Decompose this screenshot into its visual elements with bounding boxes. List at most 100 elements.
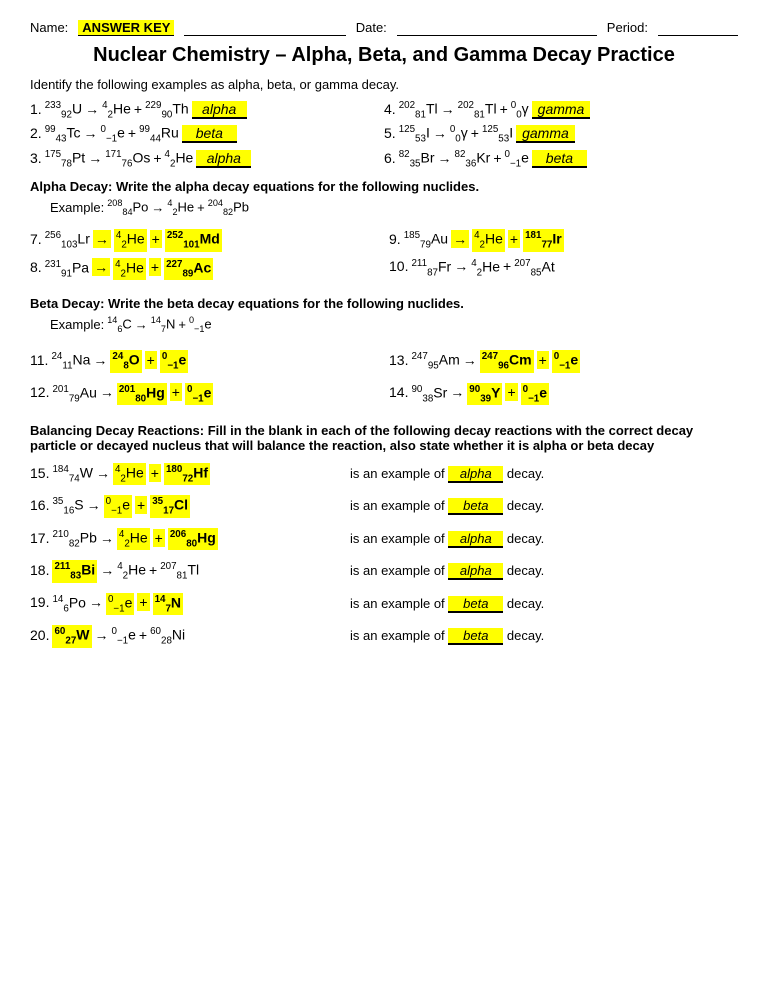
bal15-nuc2: 42He: [113, 463, 146, 485]
prob14-nuc3: 0−1e: [521, 383, 549, 405]
prob6-plus: +: [493, 150, 501, 166]
bal15-answer: alpha: [448, 466, 503, 483]
prob12-num: 12.: [30, 384, 49, 400]
prob4-nuc1: 20281Tl: [399, 100, 438, 120]
problem-row-1: 1. 23392U → 42He + 22990Th alpha 4. 2028…: [30, 100, 738, 120]
bal19-nuc2: 0−1e: [106, 593, 134, 615]
bal19-nuc1: 146Po: [52, 594, 85, 614]
bal18-arrow: →: [100, 562, 114, 578]
bal19-num: 19.: [30, 594, 49, 610]
bal18-answer: alpha: [448, 563, 503, 580]
prob7-nuc2: 42He: [114, 229, 147, 251]
prob1-nuc1: 23392U: [45, 100, 82, 120]
prob6-answer: beta: [532, 150, 587, 168]
period-label: Period:: [607, 20, 648, 35]
alpha-col-right: 9. 18579Au → 42He + 18177Ir 10. 21187Fr …: [389, 223, 738, 286]
ex-plus: +: [197, 200, 205, 215]
prob1-num: 1.: [30, 101, 42, 117]
section3-example: Example: 146C → 147N + 0−1e: [50, 315, 738, 334]
bal18-plus: +: [149, 562, 157, 578]
prob10-nuc3: 20785At: [514, 258, 555, 278]
bal16-num: 16.: [30, 497, 49, 513]
name-label: Name:: [30, 20, 68, 35]
prob13-num: 13.: [389, 352, 408, 368]
ex-nuc2: 42He: [167, 198, 194, 217]
page-title: Nuclear Chemistry – Alpha, Beta, and Gam…: [30, 44, 738, 67]
bal20-nuc3: 6028Ni: [150, 626, 185, 646]
bal-problem-16: 16. 3516S → 0−1e + 3517Cl is an example …: [30, 495, 738, 517]
prob1-plus: +: [134, 101, 142, 117]
prob12-nuc1: 20179Au: [52, 384, 96, 404]
problem-4: 4. 20281Tl → 20281Tl + 00γ gamma: [384, 100, 738, 120]
prob7-arrow: →: [93, 230, 111, 248]
prob4-plus: +: [500, 101, 508, 117]
prob8-num: 8.: [30, 259, 42, 275]
prob9-plus: +: [508, 230, 520, 248]
header: Name: ANSWER KEY Date: Period:: [30, 20, 738, 36]
prob14-nuc1: 9038Sr: [411, 384, 447, 404]
prob10-plus: +: [503, 258, 511, 274]
prob12-arrow: →: [100, 384, 114, 400]
prob5-answer: gamma: [516, 125, 575, 143]
prob14-num: 14.: [389, 384, 408, 400]
prob1-answer: alpha: [192, 101, 247, 119]
bal18-num: 18.: [30, 562, 49, 578]
bex-nuc1: 146C: [107, 315, 132, 334]
section1-problems: 1. 23392U → 42He + 22990Th alpha 4. 2028…: [30, 100, 738, 169]
prob10-nuc2: 42He: [471, 258, 500, 278]
prob6-nuc2: 8236Kr: [455, 149, 491, 169]
prob13-plus: +: [537, 351, 549, 369]
prob2-nuc1: 9943Tc: [45, 124, 81, 144]
prob4-answer: gamma: [532, 101, 591, 119]
prob4-nuc2: 20281Tl: [458, 100, 497, 120]
beta-example-label: Example:: [50, 317, 104, 332]
problem-row-2: 2. 9943Tc → 0−1e + 9944Ru beta 5. 12553I…: [30, 124, 738, 144]
prob4-num: 4.: [384, 101, 396, 117]
prob6-num: 6.: [384, 150, 396, 166]
prob6-arrow: →: [438, 150, 452, 166]
problem-11: 11. 2411Na → 248O + 0−1e: [30, 350, 379, 372]
section2-example: Example: 20884Po → 42He + 20482Pb: [50, 198, 738, 217]
beta-col-left: 11. 2411Na → 248O + 0−1e 12. 20179Au → 2…: [30, 340, 379, 415]
bal16-nuc2: 0−1e: [104, 495, 132, 517]
date-label: Date:: [356, 20, 387, 35]
prob4-nuc3: 00γ: [511, 100, 529, 120]
bal18-nuc1: 21183Bi: [52, 560, 97, 582]
bal16-nuc1: 3516S: [52, 496, 83, 516]
prob10-num: 10.: [389, 258, 408, 274]
prob14-arrow: →: [450, 384, 464, 400]
bal15-plus: +: [149, 464, 161, 482]
ex-nuc1: 20884Po: [107, 198, 148, 217]
prob9-num: 9.: [389, 231, 401, 247]
prob3-answer: alpha: [196, 150, 251, 168]
prob5-num: 5.: [384, 125, 396, 141]
bex-arrow: →: [135, 317, 148, 332]
prob13-arrow: →: [463, 352, 477, 368]
problem-row-3: 3. 17578Pt → 17176Os + 42He alpha 6. 823…: [30, 149, 738, 169]
bal16-nuc3: 3517Cl: [150, 495, 190, 517]
prob11-nuc3: 0−1e: [160, 350, 188, 372]
problem-14: 14. 9038Sr → 9039Y + 0−1e: [389, 383, 738, 405]
bal18-nuc2: 42He: [117, 561, 146, 581]
bal19-text: is an example of beta decay.: [350, 596, 544, 613]
bal15-nuc1: 18474W: [52, 464, 92, 484]
bal19-answer: beta: [448, 596, 503, 613]
ex-arrow: →: [151, 200, 164, 215]
problem-3: 3. 17578Pt → 17176Os + 42He alpha: [30, 149, 384, 169]
bal-problem-15: 15. 18474W → 42He + 18072Hf is an exampl…: [30, 463, 738, 485]
prob3-num: 3.: [30, 150, 42, 166]
prob3-nuc3: 42He: [165, 149, 194, 169]
prob8-plus: +: [149, 258, 161, 276]
prob12-nuc3: 0−1e: [185, 383, 213, 405]
prob2-nuc3: 9944Ru: [139, 124, 179, 144]
bal15-arrow: →: [96, 465, 110, 481]
bal19-arrow: →: [89, 594, 103, 610]
bal20-text: is an example of beta decay.: [350, 628, 544, 645]
bal16-arrow: →: [87, 497, 101, 513]
bal19-nuc3: 147N: [153, 593, 183, 615]
prob2-plus: +: [128, 125, 136, 141]
prob11-arrow: →: [93, 352, 107, 368]
bal17-nuc2: 42He: [117, 528, 150, 550]
prob2-num: 2.: [30, 125, 42, 141]
bal17-arrow: →: [100, 530, 114, 546]
